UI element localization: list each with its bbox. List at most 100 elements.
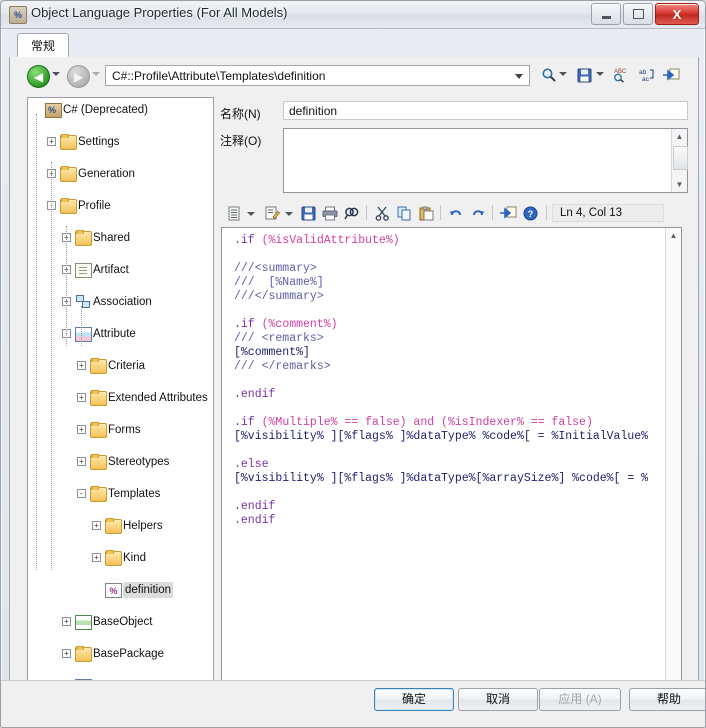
search-icon[interactable] <box>538 64 560 86</box>
export-icon[interactable] <box>660 64 682 86</box>
address-toolbar: ◀ ▶ C#::Profile\Attribute\Templates\defi… <box>10 57 698 93</box>
code-line: .else <box>234 458 648 472</box>
help-button[interactable]: ? <box>520 203 540 223</box>
svg-text:?: ? <box>527 209 533 219</box>
code-token: /// <remarks> <box>234 332 324 345</box>
tree-connector <box>51 162 52 570</box>
code-token: [%visibility% ][%flags% ]%dataType%[%arr… <box>234 472 649 485</box>
code-token: .endif <box>234 514 276 527</box>
folder-icon <box>75 230 92 246</box>
tree-expander[interactable]: + <box>62 649 71 658</box>
folder-icon <box>90 422 107 438</box>
tree-item-label: definition <box>123 582 174 598</box>
copy-button[interactable] <box>394 203 414 223</box>
paste-button[interactable] <box>416 203 436 223</box>
dialog-window: % Object Language Properties (For All Mo… <box>0 0 706 728</box>
help-button-footer[interactable]: 帮助 <box>629 688 705 711</box>
tree-expander[interactable]: + <box>92 553 101 562</box>
tree-expander[interactable]: + <box>62 617 71 626</box>
find-button[interactable] <box>342 203 362 223</box>
scroll-up-icon[interactable]: ▲ <box>672 129 687 144</box>
cancel-button[interactable]: 取消 <box>458 688 538 711</box>
code-token: [%comment%] <box>234 346 310 359</box>
tree-expander[interactable]: + <box>47 137 56 146</box>
code-token: .if <box>234 416 262 429</box>
tree-item-label: C# (Deprecated) <box>63 104 149 116</box>
tree-expander[interactable]: + <box>77 457 86 466</box>
minimize-button[interactable] <box>591 3 621 25</box>
tree-expander[interactable]: - <box>77 489 86 498</box>
code-token: .endif <box>234 500 276 513</box>
edit-button[interactable] <box>262 203 282 223</box>
new-from-template-button[interactable] <box>224 203 244 223</box>
save-icon[interactable] <box>573 64 595 86</box>
address-path: C#::Profile\Attribute\Templates\definiti… <box>112 68 326 83</box>
new-dropdown-icon[interactable] <box>247 212 255 216</box>
editor-vertical-scrollbar[interactable]: ▲ ▼ <box>665 228 681 720</box>
back-icon[interactable]: ◀ <box>27 65 50 88</box>
svg-text:ABC: ABC <box>614 69 627 75</box>
svg-text:ac: ac <box>642 76 650 83</box>
scroll-down-icon[interactable]: ▼ <box>672 177 687 192</box>
undo-button[interactable] <box>446 203 466 223</box>
tree-expander[interactable]: + <box>92 521 101 530</box>
maximize-button[interactable] <box>623 3 653 25</box>
code-line: .endif <box>234 514 648 528</box>
tree-expander[interactable]: + <box>77 425 86 434</box>
name-input[interactable] <box>283 101 688 120</box>
code-token: .if <box>234 234 262 247</box>
code-content: .if (%isValidAttribute%) ///<summary>///… <box>234 234 648 528</box>
scroll-thumb[interactable] <box>673 146 688 170</box>
model-tree-panel[interactable]: C# (Deprecated) + Settings + Generation - Prof… <box>27 97 214 727</box>
save-button[interactable] <box>298 203 318 223</box>
address-combobox[interactable]: C#::Profile\Attribute\Templates\definiti… <box>105 65 530 86</box>
comment-scrollbar[interactable]: ▲ ▼ <box>671 129 688 192</box>
tree-item-label: Attribute <box>93 328 136 340</box>
tree-item-label: Association <box>93 296 152 308</box>
code-token: /// [%Name%] <box>234 276 324 289</box>
code-editor[interactable]: .if (%isValidAttribute%) ///<summary>///… <box>221 227 682 727</box>
close-button[interactable]: X <box>655 3 699 25</box>
search-dropdown-icon[interactable] <box>559 72 567 76</box>
cursor-position-status: Ln 4, Col 13 <box>552 204 664 222</box>
forward-icon[interactable]: ▶ <box>67 65 90 88</box>
app-icon: % <box>9 6 27 24</box>
redo-button[interactable] <box>468 203 488 223</box>
page-panel: ◀ ▶ C#::Profile\Attribute\Templates\defi… <box>9 57 699 727</box>
spellcheck-icon[interactable]: ABC <box>610 64 632 86</box>
tree-expander[interactable]: + <box>77 361 86 370</box>
folder-icon <box>90 454 107 470</box>
tree-connector <box>81 306 82 346</box>
tree-item-label: BasePackage <box>93 648 164 660</box>
code-token: .else <box>234 458 269 471</box>
tree-connector <box>36 114 37 570</box>
print-button[interactable] <box>320 203 340 223</box>
code-line: .endif <box>234 500 648 514</box>
tree-item-label: Settings <box>78 136 120 148</box>
tree-item-label: Shared <box>93 232 131 244</box>
tree-item-label: Forms <box>108 424 141 436</box>
replace-icon[interactable]: ab ac <box>636 64 658 86</box>
code-line: /// </remarks> <box>234 360 648 374</box>
save-dropdown-icon[interactable] <box>596 72 604 76</box>
editor-scroll-up-icon[interactable]: ▲ <box>666 228 681 243</box>
tree-item-label: Templates <box>108 488 161 500</box>
code-line: [%comment%] <box>234 346 648 360</box>
code-line: .if (%comment%) <box>234 318 648 332</box>
attribute-icon <box>75 327 92 342</box>
ok-button[interactable]: 确定 <box>374 688 454 711</box>
edit-dropdown-icon[interactable] <box>285 212 293 216</box>
insert-macro-button[interactable] <box>498 203 518 223</box>
cut-button[interactable] <box>372 203 392 223</box>
comment-textarea[interactable]: ▲ ▼ <box>283 128 688 193</box>
code-token: ///<summary> <box>234 262 317 275</box>
chevron-down-icon[interactable] <box>515 74 523 79</box>
back-dropdown-icon[interactable] <box>52 72 60 76</box>
template-percent-icon: % <box>105 583 122 598</box>
folder-icon <box>90 390 107 406</box>
tree-expander[interactable]: + <box>77 393 86 402</box>
tab-general[interactable]: 常规 <box>17 33 69 57</box>
code-line: [%visibility% ][%flags% ]%dataType%[%arr… <box>234 472 648 486</box>
